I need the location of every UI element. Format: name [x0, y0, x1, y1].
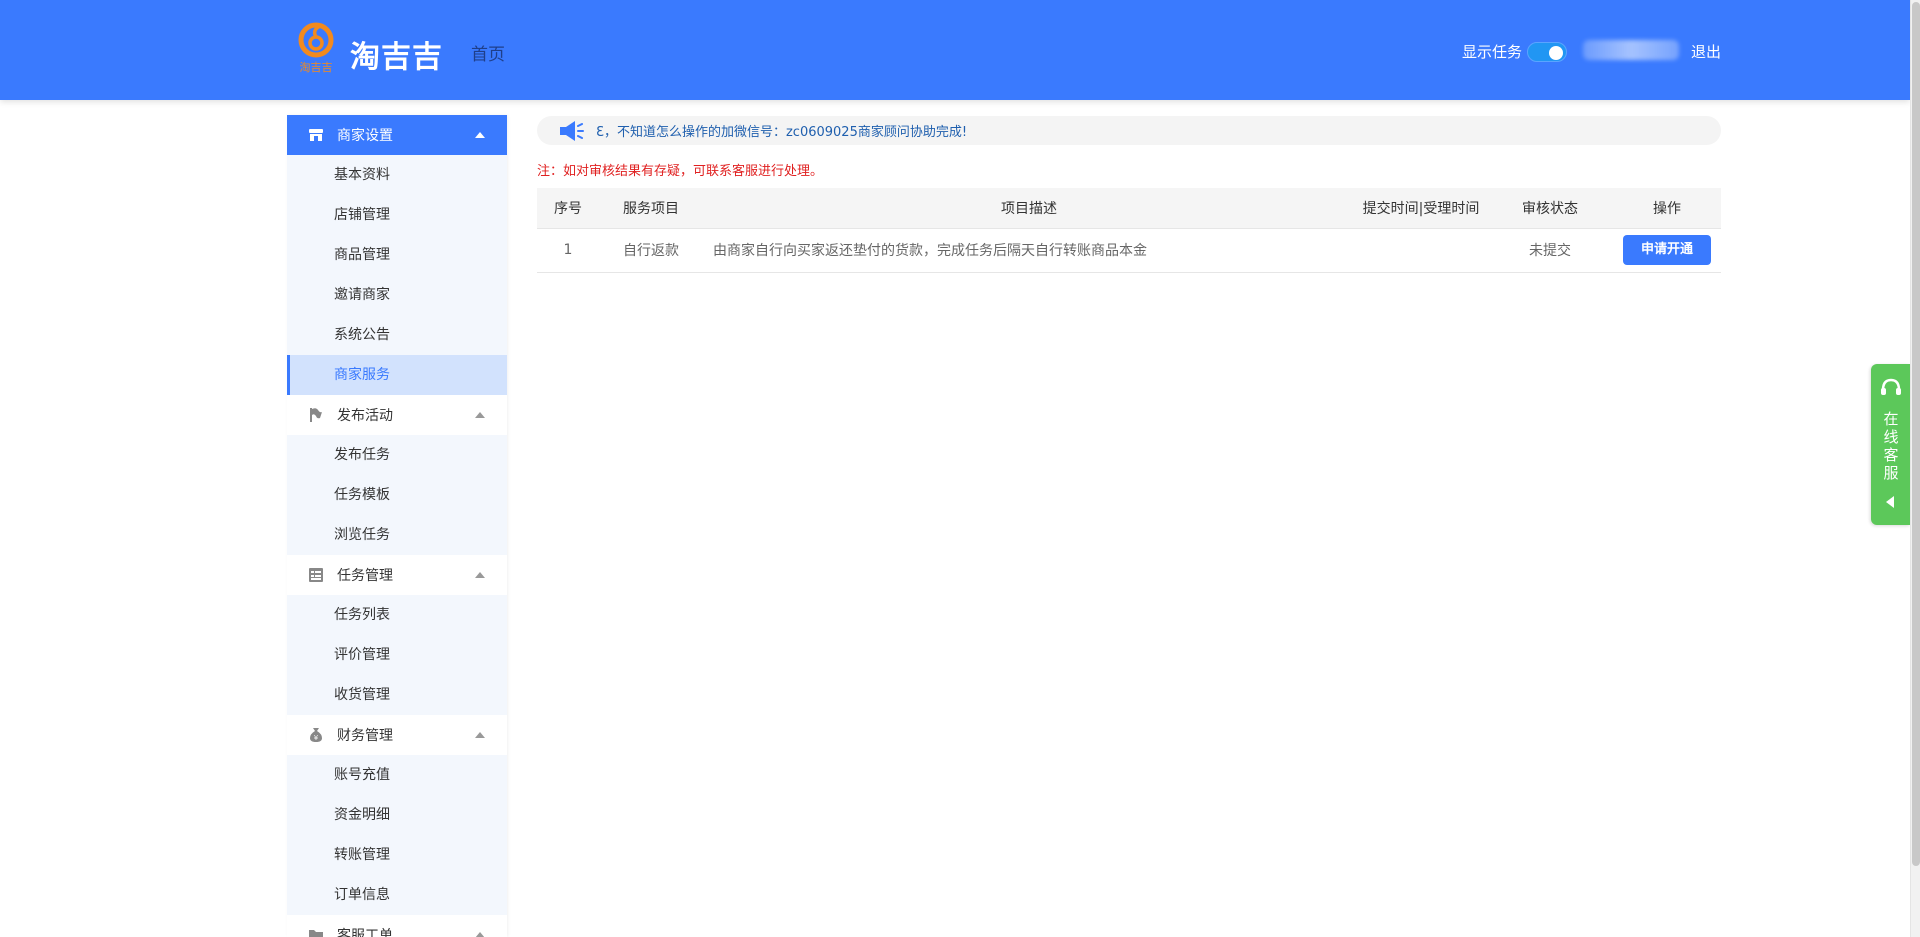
col-header-action: 操作 [1613, 188, 1721, 229]
service-table: 序号 服务项目 项目描述 提交时间|受理时间 审核状态 操作 1 自行返款 由商… [537, 188, 1721, 273]
cell-action: 申请开通 [1613, 228, 1721, 273]
sidebar-group-label: 任务管理 [337, 568, 393, 584]
caret-up-icon [475, 412, 485, 418]
sidebar-item-receipt-management[interactable]: 收货管理 [287, 675, 507, 715]
folder-icon [307, 926, 325, 937]
speaker-icon [560, 121, 584, 141]
sidebar-item-task-list[interactable]: 任务列表 [287, 595, 507, 635]
sidebar-group-label: 发布活动 [337, 408, 393, 424]
svg-text:¥: ¥ [314, 734, 319, 742]
caret-up-icon [475, 932, 485, 937]
flag-icon [307, 406, 325, 424]
toggle-knob [1549, 46, 1563, 60]
list-icon [307, 566, 325, 584]
nav-home-link[interactable]: 首页 [471, 40, 505, 65]
scrollbar-thumb[interactable] [1912, 2, 1920, 866]
table-header-row: 序号 服务项目 项目描述 提交时间|受理时间 审核状态 操作 [537, 188, 1721, 229]
cell-times [1355, 228, 1487, 273]
logo-icon: 淘吉吉 [298, 22, 334, 74]
show-task-toggle[interactable] [1527, 42, 1567, 62]
sidebar-item-order-info[interactable]: 订单信息 [287, 875, 507, 915]
logo-mark-text: 淘吉吉 [300, 61, 333, 74]
sidebar-group-task-management[interactable]: 任务管理 [287, 555, 507, 595]
sidebar: 商家设置 基本资料 店铺管理 商品管理 邀请商家 系统公告 商家服务 发布活动 … [287, 115, 507, 937]
online-service-float[interactable]: 在线客服 [1871, 364, 1910, 525]
sidebar-item-account-recharge[interactable]: 账号充值 [287, 755, 507, 795]
notice-text: Ɛ，不知道怎么操作的加微信号：zc0609025商家顾问协助完成! [596, 125, 968, 140]
sidebar-item-shop-management[interactable]: 店铺管理 [287, 195, 507, 235]
review-note: 注：如对审核结果有存疑，可联系客服进行处理。 [537, 164, 824, 179]
sidebar-item-task-template[interactable]: 任务模板 [287, 475, 507, 515]
money-bag-icon: ¥ [307, 726, 325, 744]
arrow-left-icon [1886, 496, 1894, 508]
sidebar-group-finance-management[interactable]: ¥ 财务管理 [287, 715, 507, 755]
username-blurred [1583, 40, 1679, 60]
cell-index: 1 [537, 228, 599, 273]
sidebar-group-label: 客服工单 [337, 928, 393, 937]
caret-up-icon [475, 572, 485, 578]
sidebar-item-publish-task[interactable]: 发布任务 [287, 435, 507, 475]
top-header: 淘吉吉 淘吉吉 首页 显示任务 退出 [0, 0, 1910, 100]
col-header-service: 服务项目 [599, 188, 703, 229]
sidebar-group-service-ticket[interactable]: 客服工单 [287, 915, 507, 937]
cell-service: 自行返款 [599, 228, 703, 273]
sidebar-group-label: 商家设置 [337, 128, 393, 144]
logo-text: 淘吉吉 [350, 40, 443, 75]
cell-status: 未提交 [1487, 228, 1613, 273]
sidebar-item-fund-details[interactable]: 资金明细 [287, 795, 507, 835]
table-row: 1 自行返款 由商家自行向买家返还垫付的货款，完成任务后隔天自行转账商品本金 未… [537, 228, 1721, 273]
sidebar-group-label: 财务管理 [337, 728, 393, 744]
sidebar-group-publish-activity[interactable]: 发布活动 [287, 395, 507, 435]
col-header-times: 提交时间|受理时间 [1355, 188, 1487, 229]
caret-up-icon [475, 732, 485, 738]
logout-link[interactable]: 退出 [1691, 41, 1721, 62]
apply-open-button[interactable]: 申请开通 [1623, 235, 1711, 265]
online-service-label: 在线客服 [1883, 410, 1899, 482]
sidebar-item-review-management[interactable]: 评价管理 [287, 635, 507, 675]
sidebar-item-basic-info[interactable]: 基本资料 [287, 155, 507, 195]
col-header-description: 项目描述 [703, 188, 1355, 229]
sidebar-item-system-notice[interactable]: 系统公告 [287, 315, 507, 355]
page-scrollbar[interactable] [1910, 0, 1920, 937]
sidebar-item-merchant-service[interactable]: 商家服务 [287, 355, 507, 395]
sidebar-group-merchant-settings[interactable]: 商家设置 [287, 115, 507, 155]
show-task-label: 显示任务 [1462, 43, 1523, 61]
col-header-index: 序号 [537, 188, 599, 229]
sidebar-item-product-management[interactable]: 商品管理 [287, 235, 507, 275]
sidebar-item-invite-merchant[interactable]: 邀请商家 [287, 275, 507, 315]
cell-description: 由商家自行向买家返还垫付的货款，完成任务后隔天自行转账商品本金 [703, 228, 1355, 273]
store-icon [307, 126, 325, 144]
headset-icon [1881, 378, 1901, 395]
col-header-status: 审核状态 [1487, 188, 1613, 229]
caret-up-icon [475, 132, 485, 138]
sidebar-item-browse-task[interactable]: 浏览任务 [287, 515, 507, 555]
sidebar-item-transfer-management[interactable]: 转账管理 [287, 835, 507, 875]
